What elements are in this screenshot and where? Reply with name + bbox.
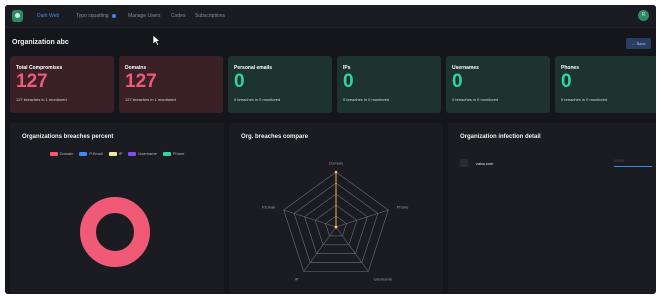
stat-card-value: 0 xyxy=(452,71,463,92)
radar-axis-label: Username xyxy=(374,276,393,281)
stat-card-phones[interactable]: Phones 0 0 breaches in 0 monitored xyxy=(555,56,656,113)
stat-card-subtext: 0 breaches in 0 monitored xyxy=(343,97,390,102)
stat-card-ips[interactable]: IPs 0 0 breaches in 0 monitored xyxy=(337,56,441,113)
breaches-percent-panel: Organizations breaches percent Domain P.E… xyxy=(10,123,224,293)
app-window: Dark Web Typo squatting Manage Users Cod… xyxy=(5,5,656,294)
stat-card-usernames[interactable]: Usernames 0 0 breaches in 0 monitored xyxy=(446,56,550,113)
nav-item-subscriptions[interactable]: Subscriptions xyxy=(195,13,225,19)
radar-axis-label: P.Email xyxy=(262,205,275,210)
infection-percent: 100% xyxy=(614,158,625,163)
breaches-donut-chart xyxy=(80,197,150,267)
stat-card-subtext: 0 breaches in 0 monitored xyxy=(452,97,499,102)
nav-item-manage-users[interactable]: Manage Users xyxy=(128,13,161,19)
radar-axis-label: Domain xyxy=(329,161,343,166)
radar-point-domain[interactable] xyxy=(334,170,338,174)
radar-point-pemail[interactable] xyxy=(334,225,338,229)
nav-item-dark-web[interactable]: Dark Web xyxy=(37,13,59,19)
breaches-compare-panel: Org. breaches compare Domain Phone Usernam… xyxy=(229,123,443,293)
stat-card-value: 127 xyxy=(125,71,157,92)
notification-dot-icon xyxy=(111,13,116,18)
radar-axis-label: Phone xyxy=(397,205,409,210)
back-button[interactable]: ← Back xyxy=(626,38,651,49)
nav-item-codes[interactable]: Codes xyxy=(171,13,185,19)
stat-card-total-compromises[interactable]: Total Compromises 127 127 breaches in 1 … xyxy=(10,56,114,113)
nav-item-typo-squatting-label: Typo squatting xyxy=(76,13,109,19)
radar-axis-line xyxy=(335,226,369,272)
top-navigation: Dark Web Typo squatting Manage Users Cod… xyxy=(5,5,656,28)
stat-card-subtext: 127 breaches in 1 monitored xyxy=(16,97,67,102)
infection-domain-label: zaba.com xyxy=(476,161,494,166)
domain-icon xyxy=(460,159,468,167)
page-title: Organization abc xyxy=(12,39,69,46)
infection-detail-panel: Organization infection detail zaba.com 1… xyxy=(448,123,656,293)
stat-card-value: 127 xyxy=(16,71,48,92)
stat-card-subtext: 0 breaches in 0 monitored xyxy=(234,97,281,102)
user-avatar[interactable]: R xyxy=(638,10,649,21)
radar-axis-label: IP xyxy=(295,276,299,281)
donut-slice-domain[interactable] xyxy=(80,197,150,267)
stat-card-subtext: 0 breaches in 0 monitored xyxy=(561,97,608,102)
nav-item-typo-squatting[interactable]: Typo squatting xyxy=(76,13,116,19)
stat-card-value: 0 xyxy=(234,71,245,92)
stat-card-subtext: 127 breaches in 1 monitored xyxy=(125,97,176,102)
stat-card-domains[interactable]: Domains 127 127 breaches in 1 monitored xyxy=(119,56,223,113)
infection-progress-bar xyxy=(614,166,652,167)
app-logo-icon[interactable] xyxy=(12,10,23,22)
infection-progress-fill xyxy=(614,166,652,167)
radar-axis-line xyxy=(335,209,389,228)
stat-card-value: 0 xyxy=(343,71,354,92)
panel-title: Organization infection detail xyxy=(460,134,541,140)
radar-axis-line xyxy=(303,226,337,272)
mouse-cursor-icon xyxy=(153,35,161,46)
radar-axis-line xyxy=(283,209,337,228)
stat-card-personal-emails[interactable]: Personal emails 0 0 breaches in 0 monito… xyxy=(228,56,332,113)
stat-card-value: 0 xyxy=(561,71,572,92)
breaches-radar-chart: Domain Phone Username IP P.Email xyxy=(262,161,409,282)
